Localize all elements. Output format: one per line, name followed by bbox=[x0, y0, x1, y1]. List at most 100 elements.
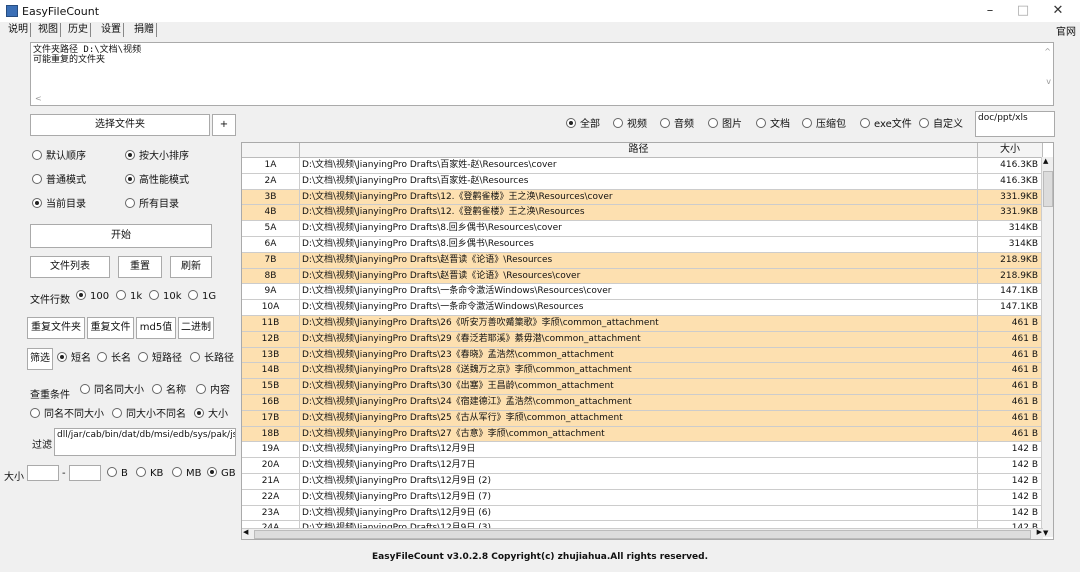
menu-settings[interactable]: 设置 bbox=[99, 23, 124, 37]
radio-checked-icon bbox=[566, 118, 576, 128]
short-path-radio[interactable]: 短路径 bbox=[138, 352, 182, 366]
log-textarea[interactable]: 文件夹路径 D:\文档\视频 可能重复的文件夹 ^ v < bbox=[30, 42, 1054, 106]
row-path: D:\文档\视频\JianyingPro Drafts\12月9日 (6) bbox=[300, 505, 978, 521]
table-row[interactable]: 16B D:\文档\视频\JianyingPro Drafts\24《宿建德江》孟… bbox=[242, 395, 1043, 411]
type-all-radio[interactable]: 全部 bbox=[566, 118, 600, 132]
table-row[interactable]: 2A D:\文档\视频\JianyingPro Drafts\百家姓-赵\Reso… bbox=[242, 173, 1043, 190]
scroll-left-icon[interactable]: < bbox=[35, 94, 42, 103]
table-row[interactable]: 20A D:\文档\视频\JianyingPro Drafts\12月7日 142 … bbox=[242, 458, 1043, 474]
table-row[interactable]: 19A D:\文档\视频\JianyingPro Drafts\12月9日 142 … bbox=[242, 442, 1043, 459]
dup-folder-button[interactable]: 重复文件夹 bbox=[27, 317, 85, 339]
table-row[interactable]: 6A D:\文档\视频\JianyingPro Drafts\8.回乡偶书\Res… bbox=[242, 237, 1043, 253]
table-row[interactable]: 15B D:\文档\视频\JianyingPro Drafts\30《出塞》王昌龄… bbox=[242, 379, 1043, 395]
type-exe-radio[interactable]: exe文件 bbox=[860, 118, 912, 132]
menu-donate[interactable]: 捐赠 bbox=[132, 23, 157, 37]
normal-mode-radio[interactable]: 普通模式 bbox=[32, 174, 86, 188]
same-name-size-radio[interactable]: 同名同大小 bbox=[80, 384, 144, 398]
horizontal-scrollbar[interactable]: ◀ ▶ bbox=[242, 528, 1043, 539]
refresh-button[interactable]: 刷新 bbox=[170, 256, 212, 278]
dup-file-button[interactable]: 重复文件 bbox=[87, 317, 134, 339]
table-row[interactable]: 8B D:\文档\视频\JianyingPro Drafts\赵晋读《论语》\Re… bbox=[242, 268, 1043, 285]
menu-view[interactable]: 视图 bbox=[36, 23, 61, 37]
size-radio[interactable]: 大小 bbox=[194, 408, 228, 422]
header-size[interactable]: 大小 bbox=[978, 143, 1043, 157]
rows-10k-radio[interactable]: 10k bbox=[149, 290, 182, 304]
scroll-down-icon[interactable]: v bbox=[1046, 77, 1051, 86]
row-path: D:\文档\视频\JianyingPro Drafts\29《春泛若耶溪》綦毋潜… bbox=[300, 331, 978, 347]
scroll-right-arrow-icon[interactable]: ▶ bbox=[1037, 528, 1042, 536]
table-row[interactable]: 13B D:\文档\视频\JianyingPro Drafts\23《春晓》孟浩然… bbox=[242, 347, 1043, 364]
type-image-radio[interactable]: 图片 bbox=[708, 118, 742, 132]
table-row[interactable]: 23A D:\文档\视频\JianyingPro Drafts\12月9日 (6)… bbox=[242, 505, 1043, 522]
scroll-up-arrow-icon[interactable]: ▲ bbox=[1043, 157, 1048, 165]
size-min-input[interactable] bbox=[27, 465, 59, 481]
table-row[interactable]: 12B D:\文档\视频\JianyingPro Drafts\29《春泛若耶溪》… bbox=[242, 331, 1043, 348]
unit-kb-radio[interactable]: KB bbox=[136, 467, 163, 481]
same-size-diff-name-radio[interactable]: 同大小不同名 bbox=[112, 408, 186, 422]
current-dir-radio[interactable]: 当前目录 bbox=[32, 198, 86, 212]
md5-button[interactable]: md5值 bbox=[136, 317, 176, 339]
content-radio[interactable]: 内容 bbox=[196, 384, 230, 398]
long-path-radio[interactable]: 长路径 bbox=[190, 352, 234, 366]
table-row[interactable]: 21A D:\文档\视频\JianyingPro Drafts\12月9日 (2)… bbox=[242, 474, 1043, 490]
type-custom-radio[interactable]: 自定义 bbox=[919, 118, 963, 132]
binary-button[interactable]: 二进制 bbox=[178, 317, 214, 339]
minimize-button[interactable]: – bbox=[976, 2, 1004, 20]
table-row[interactable]: 5A D:\文档\视频\JianyingPro Drafts\8.回乡偶书\Res… bbox=[242, 221, 1043, 237]
reset-button[interactable]: 重置 bbox=[118, 256, 162, 278]
maximize-button[interactable]: □ bbox=[1009, 2, 1037, 20]
select-folder-button[interactable]: 选择文件夹 bbox=[30, 114, 210, 136]
copyright-footer: EasyFileCount v3.0.2.8 Copyright(c) zhuj… bbox=[372, 552, 708, 562]
radio-icon bbox=[112, 408, 122, 418]
rows-100-radio[interactable]: 100 bbox=[76, 290, 109, 304]
type-audio-radio[interactable]: 音频 bbox=[660, 118, 694, 132]
long-name-radio[interactable]: 长名 bbox=[97, 352, 131, 366]
sort-default-radio[interactable]: 默认顺序 bbox=[32, 150, 86, 164]
table-row[interactable]: 9A D:\文档\视频\JianyingPro Drafts\一条命令激活Wind… bbox=[242, 284, 1043, 301]
radio-icon bbox=[97, 352, 107, 362]
table-row[interactable]: 10A D:\文档\视频\JianyingPro Drafts\一条命令激活Win… bbox=[242, 300, 1043, 316]
start-button[interactable]: 开始 bbox=[30, 224, 212, 248]
unit-gb-radio[interactable]: GB bbox=[207, 467, 236, 481]
table-row[interactable]: 4B D:\文档\视频\JianyingPro Drafts\12.《登鹳雀楼》王… bbox=[242, 205, 1043, 222]
rows-1k-radio[interactable]: 1k bbox=[116, 290, 142, 304]
table-row[interactable]: 7B D:\文档\视频\JianyingPro Drafts\赵晋读《论语》\Re… bbox=[242, 252, 1043, 269]
hscroll-thumb[interactable] bbox=[254, 530, 1031, 539]
type-video-radio[interactable]: 视频 bbox=[613, 118, 647, 132]
table-row[interactable]: 11B D:\文档\视频\JianyingPro Drafts\26《听安万善吹觱… bbox=[242, 316, 1043, 332]
header-path[interactable]: 路径 bbox=[300, 143, 978, 157]
menu-help[interactable]: 说明 bbox=[6, 23, 31, 37]
menu-history[interactable]: 历史 bbox=[66, 23, 91, 37]
sort-size-radio[interactable]: 按大小排序 bbox=[125, 150, 189, 164]
table-row[interactable]: 18B D:\文档\视频\JianyingPro Drafts\27《古意》李颀\… bbox=[242, 426, 1043, 443]
size-max-input[interactable] bbox=[69, 465, 101, 481]
short-name-radio[interactable]: 短名 bbox=[57, 352, 91, 366]
type-zip-radio[interactable]: 压缩包 bbox=[802, 118, 846, 132]
scroll-up-icon[interactable]: ^ bbox=[1044, 47, 1051, 56]
unit-b-radio[interactable]: B bbox=[107, 467, 128, 481]
type-doc-radio[interactable]: 文档 bbox=[756, 118, 790, 132]
table-row[interactable]: 1A D:\文档\视频\JianyingPro Drafts\百家姓-赵\Reso… bbox=[242, 158, 1043, 174]
file-list-button[interactable]: 文件列表 bbox=[30, 256, 110, 278]
row-index: 23A bbox=[242, 505, 300, 521]
same-name-diff-size-radio[interactable]: 同名不同大小 bbox=[30, 408, 104, 422]
filter-input[interactable]: dll/jar/cab/bin/dat/db/msi/edb/sys/pak/j… bbox=[54, 428, 236, 456]
table-row[interactable]: 3B D:\文档\视频\JianyingPro Drafts\12.《登鹳雀楼》王… bbox=[242, 189, 1043, 206]
name-radio[interactable]: 名称 bbox=[152, 384, 186, 398]
performance-mode-radio[interactable]: 高性能模式 bbox=[125, 174, 189, 188]
table-row[interactable]: 17B D:\文档\视频\JianyingPro Drafts\25《古从军行》李… bbox=[242, 410, 1043, 427]
all-dirs-radio[interactable]: 所有目录 bbox=[125, 198, 179, 212]
custom-type-input[interactable]: doc/ppt/xls bbox=[975, 111, 1055, 137]
scroll-down-arrow-icon[interactable]: ▼ bbox=[1043, 529, 1048, 537]
unit-mb-radio[interactable]: MB bbox=[172, 467, 202, 481]
filter-button[interactable]: 筛选 bbox=[27, 348, 53, 370]
table-row[interactable]: 22A D:\文档\视频\JianyingPro Drafts\12月9日 (7)… bbox=[242, 489, 1043, 506]
table-row[interactable]: 14B D:\文档\视频\JianyingPro Drafts\28《送魏万之京》… bbox=[242, 363, 1043, 380]
close-button[interactable]: ✕ bbox=[1044, 2, 1072, 20]
scroll-left-arrow-icon[interactable]: ◀ bbox=[243, 528, 248, 536]
scrollbar-thumb[interactable] bbox=[1043, 171, 1053, 207]
add-folder-button[interactable]: + bbox=[212, 114, 236, 136]
rows-1g-radio[interactable]: 1G bbox=[188, 290, 216, 304]
vertical-scrollbar[interactable]: ▲ ▼ bbox=[1041, 157, 1053, 537]
website-link[interactable]: 官网 bbox=[1056, 23, 1076, 38]
